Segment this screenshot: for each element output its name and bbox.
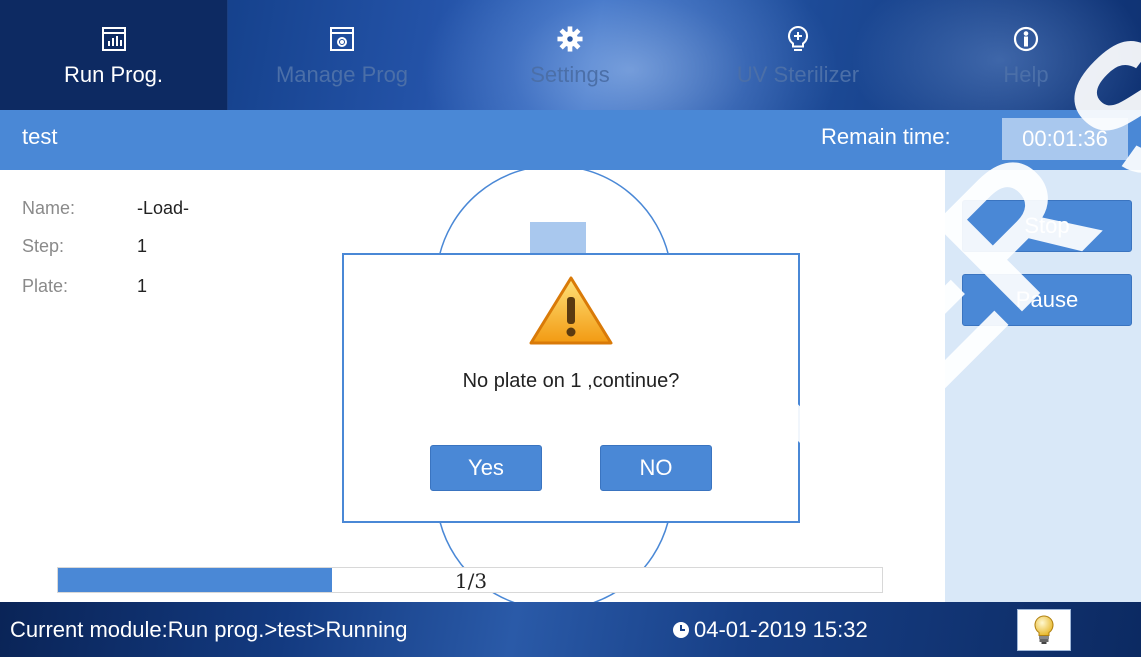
chart-window-icon	[101, 26, 127, 52]
gear-icon	[557, 26, 583, 52]
status-bar: Current module:Run prog.>test>Running 04…	[0, 602, 1141, 657]
top-navigation: Run Prog. Manage Prog Settings UV Steril…	[0, 0, 1141, 110]
progress-text: 1/3	[454, 569, 488, 593]
remain-time-label: Remain time:	[821, 124, 951, 149]
tab-uv-sterilizer[interactable]: UV Sterilizer	[684, 0, 912, 110]
program-name: test	[22, 124, 58, 149]
name-label: Name:	[22, 198, 76, 218]
side-panel: Stop Pause	[945, 170, 1141, 602]
plate-label: Plate:	[22, 276, 69, 296]
tab-settings[interactable]: Settings	[456, 0, 684, 110]
tab-manage-prog-label: Manage Prog	[275, 62, 409, 87]
tab-help-label: Help	[1003, 62, 1049, 87]
name-value: -Load-	[137, 198, 190, 218]
confirm-dialog: No plate on 1 ,continue? Yes NO	[342, 253, 800, 523]
stop-button[interactable]: Stop	[962, 200, 1132, 252]
tab-manage-prog[interactable]: Manage Prog	[228, 0, 456, 110]
tab-run-prog[interactable]: Run Prog.	[0, 0, 228, 110]
current-module-text: Current module:Run prog.>test>Running	[10, 617, 408, 642]
status-datetime: 04-01-2019 15:32	[672, 617, 868, 643]
clock-icon	[672, 621, 690, 639]
tab-run-prog-label: Run Prog.	[63, 62, 164, 87]
light-bulb-icon	[1034, 615, 1054, 644]
dialog-message: No plate on 1 ,continue?	[462, 370, 680, 392]
step-value: 1	[137, 236, 148, 256]
plate-value: 1	[137, 276, 148, 296]
no-button[interactable]: NO	[600, 445, 712, 491]
gear-window-icon	[329, 26, 355, 52]
info-icon	[1013, 26, 1039, 52]
step-label: Step:	[22, 236, 65, 256]
yes-button[interactable]: Yes	[430, 445, 542, 491]
tab-help[interactable]: Help	[912, 0, 1140, 110]
light-toggle-button[interactable]	[1017, 609, 1071, 651]
progress-bar: 1/3	[57, 567, 883, 593]
pause-button[interactable]: Pause	[962, 274, 1132, 326]
remain-time-value: 00:01:36	[1002, 118, 1128, 160]
datetime-value: 04-01-2019 15:32	[694, 617, 868, 642]
tab-uv-sterilizer-label: UV Sterilizer	[736, 62, 860, 87]
uv-bulb-icon	[785, 25, 811, 52]
tab-settings-label: Settings	[530, 62, 610, 87]
title-bar: test Remain time: 00:01:36	[0, 110, 1141, 170]
warning-icon	[529, 276, 613, 345]
